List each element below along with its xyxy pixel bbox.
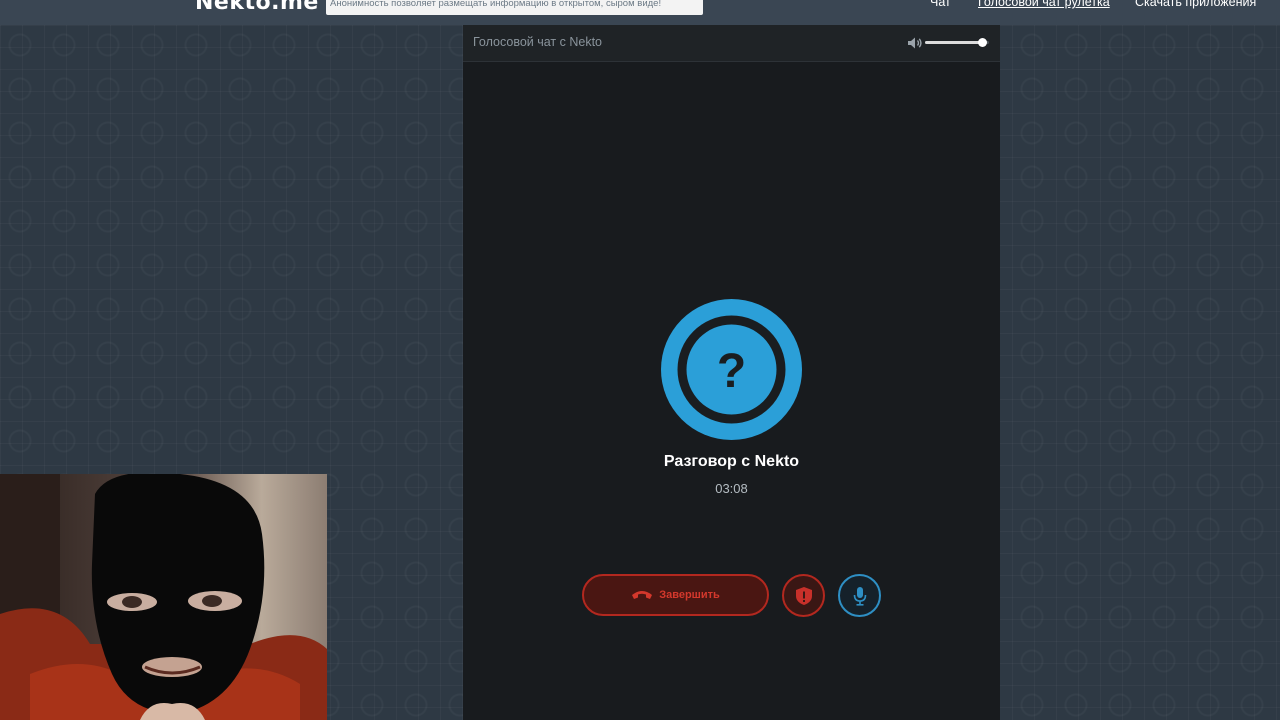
shield-alert-icon [795,586,812,605]
voice-chat-panel: Голосовой чат с Nekto ? Разговор с Nekto… [463,25,1000,720]
nav-link-voice-roulette[interactable]: Голосовой чат рулетка [978,0,1110,9]
end-call-button[interactable]: Завершить [582,574,769,616]
webcam-preview [0,474,327,720]
speaker-icon[interactable] [907,36,923,50]
nav-link-download-apps[interactable]: Скачать приложения [1135,0,1256,9]
phone-hangup-icon [632,591,653,599]
question-mark-icon: ? [661,299,802,440]
call-timer: 03:08 [715,481,748,496]
panel-header: Голосовой чат с Nekto [463,25,1000,62]
mic-button[interactable] [838,574,881,617]
nav-link-chat[interactable]: Чат [930,0,951,9]
report-button[interactable] [782,574,825,617]
svg-text:?: ? [717,345,746,398]
top-navbar: Nekto.me Анонимность позволяет размещать… [0,0,1280,25]
webcam-video-frame [0,474,327,720]
tagline-banner: Анонимность позволяет размещать информац… [326,0,703,15]
peer-name: Разговор с Nekto [663,453,800,470]
volume-slider-fill [925,41,983,44]
end-call-label: Завершить [659,589,720,601]
microphone-icon [853,586,866,606]
panel-title: Голосовой чат с Nekto [473,35,603,49]
site-logo[interactable]: Nekto.me [195,0,319,15]
volume-slider[interactable] [925,38,989,47]
volume-slider-thumb[interactable] [977,38,987,47]
